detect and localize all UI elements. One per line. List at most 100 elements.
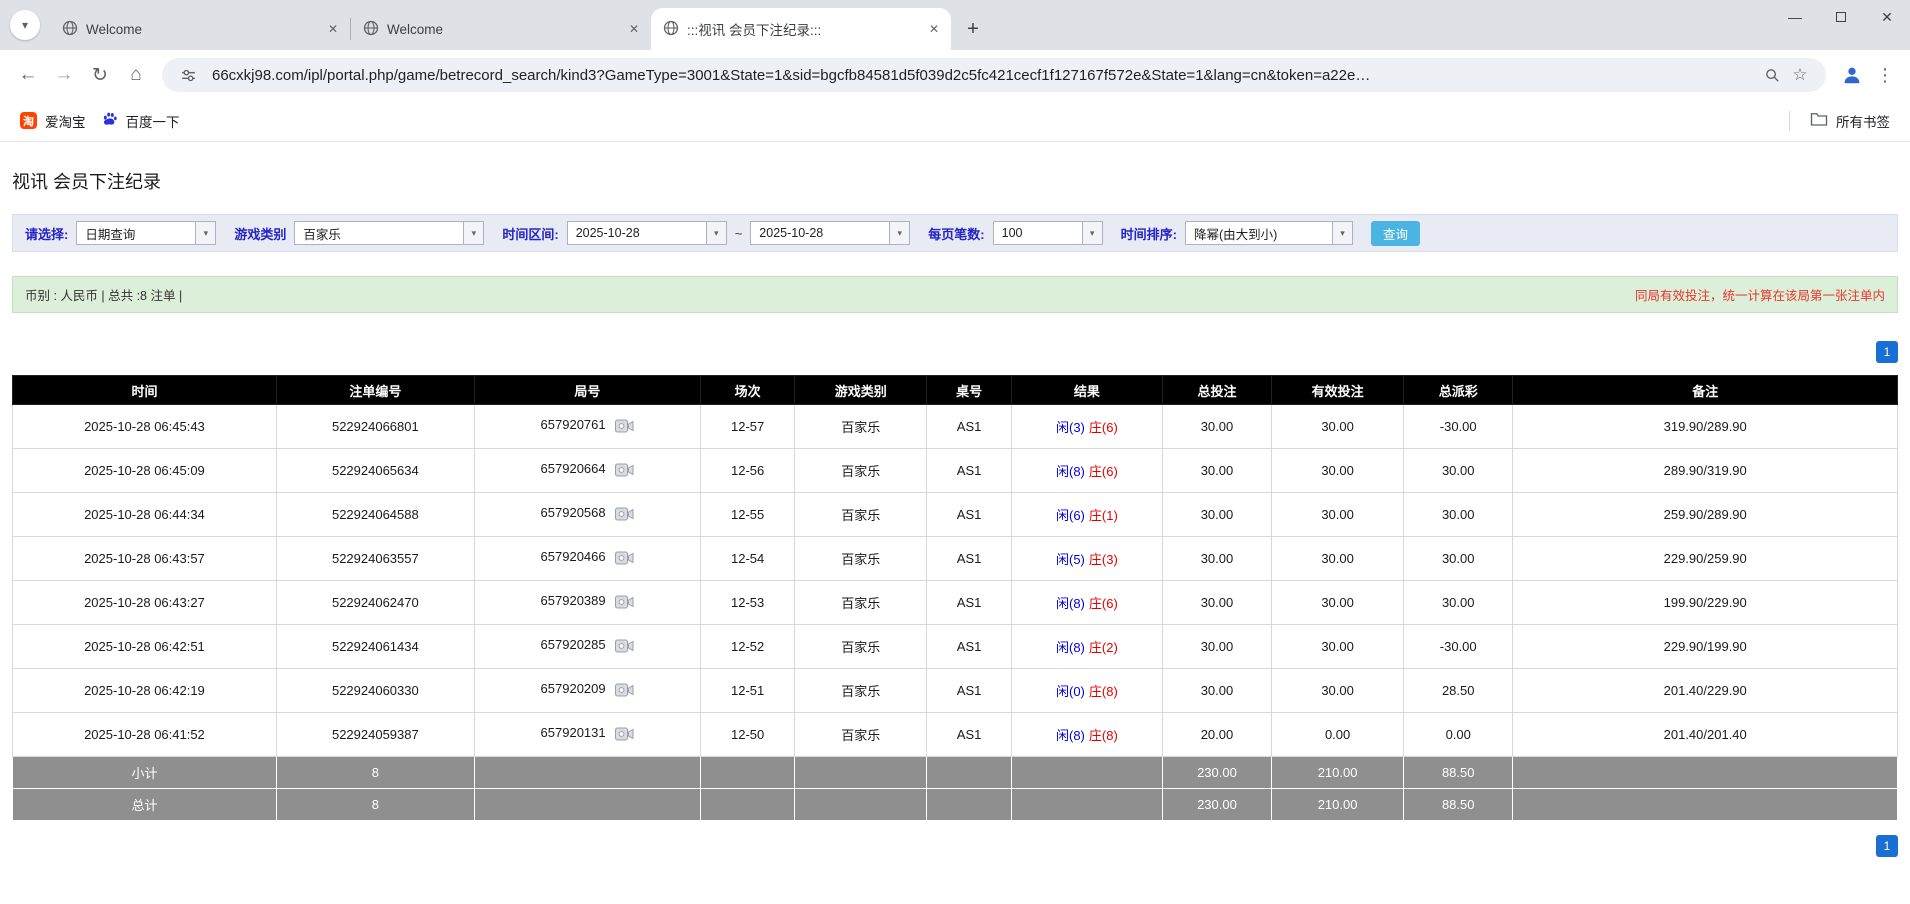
browser-toolbar: ← → ↻ ⌂ 66cxkj98.com/ipl/portal.php/game… [0,50,1910,100]
close-icon[interactable]: ✕ [625,20,643,38]
cell-table: AS1 [926,668,1012,713]
page-size-value: 100 [1001,226,1023,240]
cell-table: AS1 [926,404,1012,449]
cell-time: 2025-10-28 06:42:51 [12,624,277,669]
video-replay-icon[interactable] [615,595,634,612]
chevron-down-icon[interactable]: ▾ [1081,222,1102,244]
cell-round: 657920466 [473,536,702,581]
url-text[interactable]: 66cxkj98.com/ipl/portal.php/game/betreco… [212,67,1758,84]
tab-search-button[interactable]: ▾ [10,10,40,40]
site-info-icon[interactable] [174,61,202,89]
col-header-note: 备注 [1512,375,1898,405]
chevron-down-icon[interactable]: ▾ [889,222,910,244]
total-total-bet: 230.00 [1161,788,1273,821]
minimize-button[interactable]: — [1772,0,1818,34]
cell-bet-id: 522924061434 [275,624,475,669]
window-close-button[interactable]: ✕ [1864,0,1910,34]
sort-order-select[interactable]: 降幂(由大到小) ▾ [1184,221,1353,245]
cell-valid-bet: 0.00 [1271,712,1405,757]
bookmark-aitaobao[interactable]: 淘 爱淘宝 [12,106,94,136]
video-replay-icon[interactable] [615,639,634,656]
cell-total-bet[interactable]: 30.00 [1161,580,1273,625]
subtotal-valid-bet: 210.00 [1271,756,1405,789]
total-payout: 88.50 [1403,788,1514,821]
video-replay-icon[interactable] [615,551,634,568]
cell-total-bet[interactable]: 30.00 [1161,536,1273,581]
round-number: 657920664 [540,461,606,476]
cell-valid-bet: 30.00 [1271,624,1405,669]
cell-valid-bet: 30.00 [1271,492,1405,537]
chevron-down-icon[interactable]: ▾ [463,222,484,244]
cell-round: 657920209 [473,668,702,713]
page-1-button[interactable]: 1 [1876,341,1898,363]
cell-session: 12-55 [699,492,796,537]
cell-payout: 30.00 [1403,580,1514,625]
zoom-icon[interactable] [1758,61,1786,89]
chevron-down-icon[interactable]: ▾ [195,222,216,244]
table-row: 2025-10-28 06:42:19 522924060330 6579202… [12,668,1898,713]
window-controls: — ✕ [1772,0,1910,34]
browser-menu-button[interactable]: ⋮ [1870,57,1900,93]
video-replay-icon[interactable] [615,727,634,744]
cell-total-bet[interactable]: 20.00 [1161,712,1273,757]
bookmark-baidu[interactable]: 百度一下 [94,106,188,136]
chevron-down-icon[interactable]: ▾ [705,222,726,244]
chevron-down-icon[interactable]: ▾ [1331,222,1352,244]
all-bookmarks-button[interactable]: 所有书签 [1802,106,1898,136]
cell-total-bet[interactable]: 30.00 [1161,404,1273,449]
cell-total-bet[interactable]: 30.00 [1161,624,1273,669]
maximize-button[interactable] [1818,0,1864,34]
date-to-select[interactable]: 2025-10-28 ▾ [750,221,911,245]
date-from-select[interactable]: 2025-10-28 ▾ [566,221,727,245]
tab-welcome-1[interactable]: Welcome ✕ [50,8,350,50]
cell-total-bet[interactable]: 30.00 [1161,448,1273,493]
taobao-icon: 淘 [20,112,37,129]
back-button[interactable]: ← [10,57,46,93]
cell-session: 12-54 [699,536,796,581]
cell-total-bet[interactable]: 30.00 [1161,492,1273,537]
video-replay-icon[interactable] [615,463,634,480]
cell-bet-id: 522924066801 [275,404,475,449]
close-icon[interactable]: ✕ [925,20,943,38]
home-button[interactable]: ⌂ [118,57,154,93]
result-banker: 庄(6) [1088,464,1118,479]
col-header-total-bet: 总投注 [1161,375,1273,405]
baidu-paw-icon [102,111,118,130]
video-replay-icon[interactable] [615,507,634,524]
close-icon[interactable]: ✕ [324,20,342,38]
page-1-button[interactable]: 1 [1876,835,1898,857]
game-type-select[interactable]: 百家乐 ▾ [294,221,485,245]
result-player: 闲(5) [1056,552,1085,567]
game-type-value: 百家乐 [303,227,341,242]
forward-button[interactable]: → [46,57,82,93]
table-row: 2025-10-28 06:42:51 522924061434 6579202… [12,624,1898,669]
col-header-round: 局号 [473,375,702,405]
query-type-select[interactable]: 日期查询 ▾ [76,221,217,245]
pagination-bottom: 1 [12,835,1898,857]
bookmark-label: 百度一下 [125,114,180,130]
result-banker: 庄(8) [1088,728,1118,743]
page-size-label: 每页笔数: [928,226,985,242]
sort-order-label: 时间排序: [1120,226,1177,242]
cell-payout: 30.00 [1403,448,1514,493]
video-replay-icon[interactable] [615,419,634,436]
cell-total-bet[interactable]: 30.00 [1161,668,1273,713]
address-bar[interactable]: 66cxkj98.com/ipl/portal.php/game/betreco… [162,58,1826,92]
video-replay-icon[interactable] [615,683,634,700]
search-button[interactable]: 查询 [1370,220,1420,246]
folder-icon [1810,111,1828,130]
tab-bet-record-active[interactable]: :::视讯 会员下注纪录::: ✕ [651,8,951,50]
table-row: 2025-10-28 06:43:57 522924063557 6579204… [12,536,1898,581]
all-bookmarks-label: 所有书签 [1836,114,1890,130]
result-player: 闲(6) [1056,508,1085,523]
bookmark-star-icon[interactable]: ☆ [1786,61,1814,89]
table-body: 2025-10-28 06:45:43 522924066801 6579207… [12,404,1898,757]
tab-welcome-2[interactable]: Welcome ✕ [351,8,651,50]
cell-valid-bet: 30.00 [1271,404,1405,449]
cell-bet-id: 522924059387 [275,712,475,757]
new-tab-button[interactable]: + [959,15,987,43]
page-size-select[interactable]: 100 ▾ [992,221,1103,245]
result-player: 闲(8) [1056,640,1085,655]
profile-avatar[interactable] [1834,57,1870,93]
reload-button[interactable]: ↻ [82,57,118,93]
